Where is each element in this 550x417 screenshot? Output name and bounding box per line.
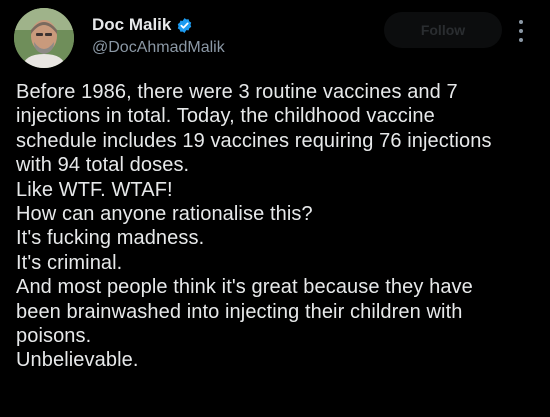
author-handle[interactable]: @DocAhmadMalik (92, 38, 225, 58)
tweet-text-line: schedule includes 19 vaccines requiring … (16, 129, 492, 152)
tweet-text-line: with 94 total doses. (16, 154, 190, 177)
author-name-row: Doc Malik (92, 15, 193, 35)
more-dot (519, 38, 523, 42)
tweet-text-line: How can anyone rationalise this? (16, 203, 313, 226)
tweet-text-line: been brainwashed into injecting their ch… (16, 300, 463, 323)
tweet-text-line: Like WTF. WTAF! (16, 178, 173, 201)
tweet-text-line: It's fucking madness. (16, 227, 205, 250)
tweet-text-line: And most people think it's great because… (16, 276, 473, 299)
tweet-text-line: It's criminal. (16, 251, 123, 274)
tweet-text: Before 1986, there were 3 routine vaccin… (16, 80, 544, 373)
more-dot (519, 20, 523, 24)
tweet-text-line: Before 1986, there were 3 routine vaccin… (16, 81, 458, 103)
avatar[interactable] (14, 8, 74, 68)
tweet-header: Doc Malik @DocAhmadMalik Follow (0, 0, 550, 76)
more-dot (519, 29, 523, 33)
profile-photo-icon (14, 8, 74, 68)
author-display-name[interactable]: Doc Malik (92, 15, 171, 35)
verified-badge-icon (176, 17, 193, 34)
follow-button[interactable]: Follow (384, 12, 502, 48)
more-options-icon[interactable] (516, 20, 526, 42)
tweet-text-line: injections in total. Today, the childhoo… (16, 105, 435, 128)
tweet-text-line: Unbelievable. (16, 349, 139, 372)
tweet-text-line: poisons. (16, 325, 92, 348)
